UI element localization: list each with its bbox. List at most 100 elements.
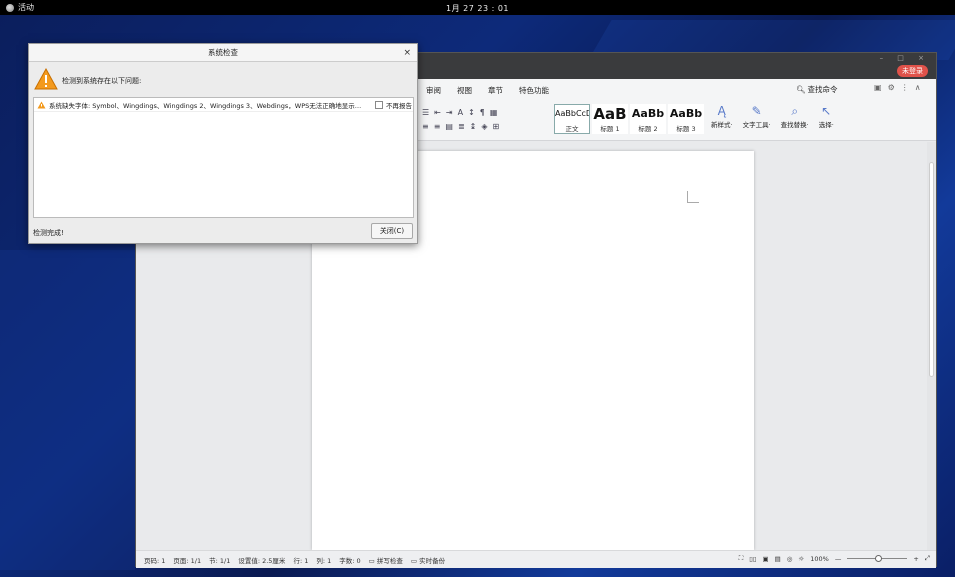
style-preview: AaBb	[631, 107, 665, 120]
status-setting: 设置值: 2.5厘米	[238, 556, 286, 565]
zoom-slider-knob[interactable]	[875, 555, 883, 562]
select-button[interactable]: ↖ 选择·	[819, 103, 834, 129]
status-page[interactable]: 页码: 1	[144, 555, 165, 565]
wallpaper-panel	[0, 250, 135, 570]
style-heading-3[interactable]: AaBb 标题 3	[668, 104, 704, 134]
style-name: 正文	[565, 125, 579, 133]
tab-review[interactable]: 审阅	[418, 85, 449, 96]
vertical-scrollbar[interactable]	[927, 142, 936, 550]
show-marks-icon[interactable]: ¶	[480, 108, 485, 117]
style-gallery: AaBbCcD 正文 AaB 标题 1 AaBb 标题 2 AaBb 标题 3	[554, 104, 704, 134]
scrollbar-thumb[interactable]	[929, 162, 934, 377]
border-icon[interactable]: ⊞	[493, 122, 500, 131]
share-icon[interactable]: ▣	[874, 83, 882, 92]
eye-care-icon[interactable]: ☼	[798, 555, 804, 563]
close-button[interactable]: 关闭(C)	[371, 223, 413, 239]
shading-icon[interactable]: ◈	[481, 122, 487, 131]
ribbon-right-icons: ▣ ⚙ ⋮ ∧	[874, 83, 921, 92]
warning-icon	[34, 68, 58, 90]
align-right-icon[interactable]: ≡	[434, 122, 441, 131]
spell-check-label: 拼写检查	[376, 556, 403, 565]
spell-check-toggle[interactable]: ▭ 拼写检查	[369, 555, 403, 565]
page-view-icon[interactable]: ▣	[762, 555, 768, 563]
search-command[interactable]: 🔍︎ 查找命令	[796, 84, 838, 95]
dialog-close-icon[interactable]: ×	[403, 44, 411, 62]
search-icon: 🔍︎	[796, 85, 806, 94]
new-style-button[interactable]: Ą 新样式·	[711, 103, 733, 129]
dialog-status: 检测完成!	[33, 229, 64, 237]
web-view-icon[interactable]: ◎	[787, 555, 793, 563]
line-spacing-icon[interactable]: ↨	[470, 122, 477, 131]
char-scale-icon[interactable]: A	[458, 108, 463, 117]
select-label: 选择·	[818, 121, 834, 129]
issue-text: 系统缺失字体: Symbol、Wingdings、Wingdings 2、Win…	[49, 101, 362, 110]
menu-tabs: 审阅 视图 章节 特色功能	[418, 85, 557, 96]
style-name: 标题 3	[676, 125, 696, 133]
top-bar: 活动 1月 27 23 : 01	[0, 0, 955, 15]
status-line: 行: 1	[293, 556, 309, 565]
tab-special[interactable]: 特色功能	[511, 85, 557, 96]
dialog-title: 系统检查	[29, 44, 417, 62]
search-command-label: 查找命令	[807, 85, 838, 94]
style-preview: AaB	[593, 105, 627, 123]
align-center-icon[interactable]: ≡	[422, 122, 429, 131]
fit-page-icon[interactable]: ⤢	[925, 554, 930, 563]
system-check-dialog: 系统检查 × 检测到系统存在以下问题: 系统缺失字体: Symbol、Wingd…	[28, 43, 418, 244]
dont-report-label[interactable]: 不再报告	[386, 100, 412, 110]
text-tools-icon: ✎	[751, 104, 762, 118]
tool-group: Ą 新样式· ✎ 文字工具· ⌕ 查找替换· ↖ 选择·	[711, 103, 834, 129]
margin-corner-mark	[687, 191, 699, 203]
dont-report-checkbox[interactable]	[375, 100, 383, 109]
align-justify-icon[interactable]: ▤	[445, 122, 453, 131]
login-badge[interactable]: 未登录	[897, 65, 928, 77]
style-heading-2[interactable]: AaBb 标题 2	[630, 104, 666, 134]
backup-icon: ▭	[410, 556, 420, 565]
backup-label: 实时备份	[419, 556, 446, 565]
dialog-message: 检测到系统存在以下问题:	[62, 77, 142, 85]
read-mode-icon[interactable]: ▯▯	[749, 555, 756, 563]
outline-view-icon[interactable]: ▤	[775, 555, 781, 563]
table-icon[interactable]: ▦	[490, 108, 498, 117]
status-section: 节: 1/1	[209, 556, 231, 565]
style-name: 标题 2	[638, 125, 658, 133]
backup-toggle[interactable]: ▭ 实时备份	[411, 555, 445, 565]
style-heading-1[interactable]: AaB 标题 1	[592, 104, 628, 134]
status-words[interactable]: 字数: 0	[339, 555, 360, 565]
issue-row[interactable]: 系统缺失字体: Symbol、Wingdings、Wingdings 2、Win…	[34, 98, 413, 112]
style-name: 标题 1	[600, 125, 620, 133]
style-preview: AaBb	[669, 107, 703, 120]
tab-view[interactable]: 视图	[449, 85, 480, 96]
select-icon: ↖	[821, 104, 832, 118]
zoom-in-icon[interactable]: +	[913, 555, 918, 563]
clock[interactable]: 1月 27 23 : 01	[0, 3, 955, 14]
status-pages: 页面: 1/1	[173, 556, 202, 565]
find-replace-button[interactable]: ⌕ 查找替换·	[781, 103, 809, 129]
spell-check-icon: ▭	[368, 556, 377, 565]
window-controls[interactable]: – □ ×	[880, 54, 930, 62]
tab-section[interactable]: 章节	[480, 85, 511, 96]
issue-list: 系统缺失字体: Symbol、Wingdings、Wingdings 2、Win…	[33, 97, 414, 218]
warning-small-icon	[37, 101, 46, 108]
new-style-icon: Ą	[717, 104, 726, 118]
more-icon[interactable]: ⋮	[901, 83, 909, 92]
indent-decrease-icon[interactable]: ⇤	[434, 108, 441, 117]
paragraph-tools: ☰ ⇤ ⇥ A ↕ ¶ ▦ ≡ ≡ ▤ ≣ ↨ ◈ ⊞	[422, 105, 548, 133]
zoom-out-icon[interactable]: —	[835, 555, 842, 563]
find-replace-icon: ⌕	[791, 104, 799, 118]
gear-icon[interactable]: ⚙	[888, 83, 895, 92]
bullet-list-icon[interactable]: ☰	[422, 108, 429, 117]
zoom-slider[interactable]	[847, 555, 908, 562]
fullscreen-icon[interactable]: ⛶	[739, 554, 744, 563]
style-preview: AaBbCcD	[555, 109, 589, 118]
distribute-icon[interactable]: ≣	[458, 122, 465, 131]
indent-increase-icon[interactable]: ⇥	[446, 108, 453, 117]
status-bar: 页码: 1 页面: 1/1 节: 1/1 设置值: 2.5厘米 行: 1 列: …	[136, 550, 936, 568]
text-tools-button[interactable]: ✎ 文字工具·	[743, 103, 771, 129]
zoom-level[interactable]: 100%	[810, 555, 829, 563]
style-normal[interactable]: AaBbCcD 正文	[554, 104, 590, 134]
text-tools-label: 文字工具·	[742, 121, 771, 129]
collapse-ribbon-icon[interactable]: ∧	[915, 83, 921, 92]
new-style-label: 新样式·	[711, 121, 733, 129]
sort-icon[interactable]: ↕	[468, 108, 475, 117]
find-replace-label: 查找替换·	[780, 121, 809, 129]
